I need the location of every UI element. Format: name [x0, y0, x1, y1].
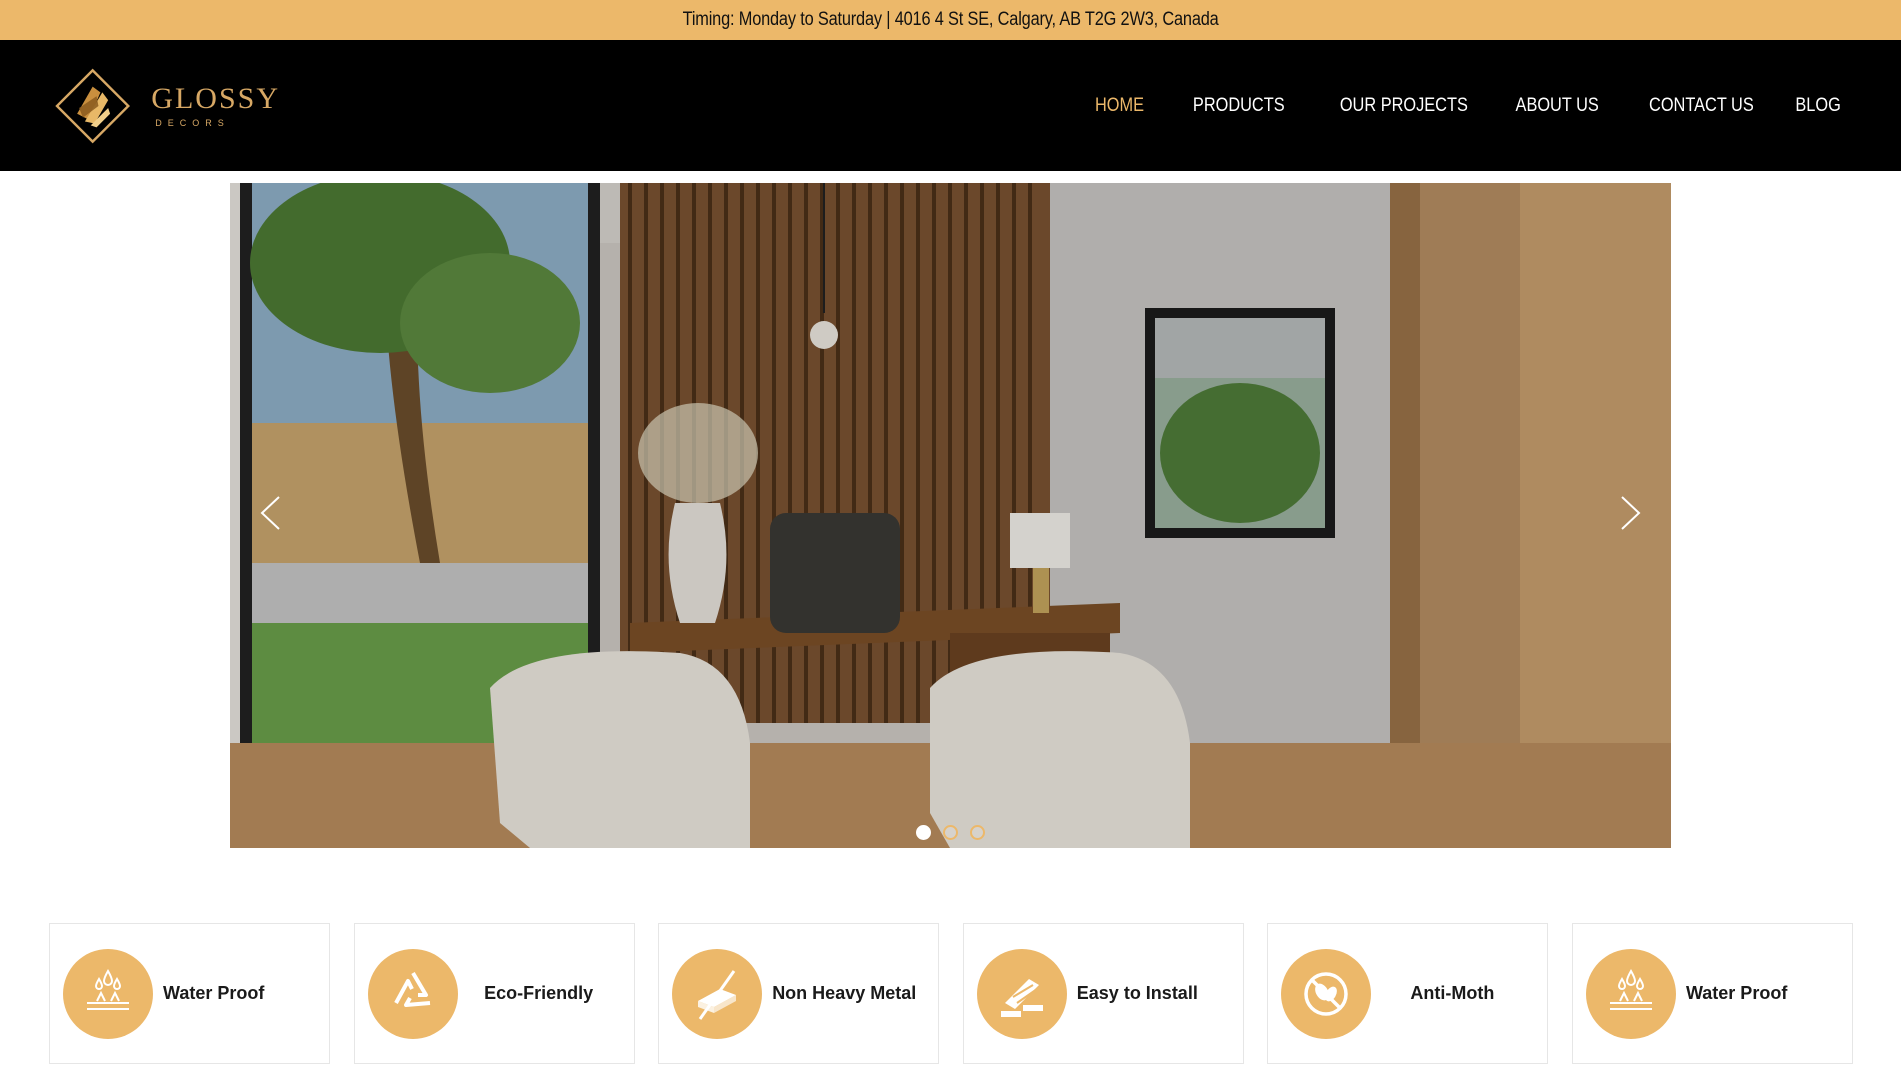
feature-label: Easy to Install [1076, 983, 1198, 1003]
feature-icon-wrap [63, 948, 153, 1039]
slider-pagination [230, 825, 1671, 840]
feature-icon-wrap [976, 948, 1067, 1039]
feature-card-anti-moth: Anti-Moth [1267, 923, 1549, 1064]
feature-icon-wrap [1281, 948, 1372, 1039]
feature-card-water-proof-2: Water Proof [1571, 923, 1853, 1064]
slider-dot-2[interactable] [943, 825, 958, 840]
hero-slide-image [230, 183, 1671, 848]
site-logo[interactable]: GLOSSY DECORS [50, 62, 280, 150]
chevron-right-icon [1621, 496, 1641, 530]
logo-name: GLOSSY [151, 82, 280, 115]
features-row: Water Proof Eco-Friendly Non Heavy Metal [49, 923, 1853, 1064]
feature-icon-wrap [1585, 948, 1676, 1039]
feature-card-water-proof: Water Proof [49, 923, 330, 1064]
feature-card-eco-friendly: Eco-Friendly [353, 923, 635, 1064]
feature-label: Eco-Friendly [484, 983, 594, 1003]
nav-blog[interactable]: BLOG [1796, 95, 1841, 117]
feature-icon-wrap [672, 948, 763, 1039]
feature-label: Non Heavy Metal [772, 983, 917, 1003]
no-metal-icon [698, 969, 737, 1020]
recycle-icon [393, 971, 430, 1007]
slider-prev-button[interactable] [245, 483, 295, 543]
feature-label: Water Proof [163, 983, 265, 1003]
slider-dot-3[interactable] [970, 825, 985, 840]
main-nav: HOME PRODUCTS OUR PROJECTS ABOUT US CONT… [1053, 40, 1841, 171]
nav-home[interactable]: HOME [1095, 95, 1144, 117]
nav-about-us[interactable]: ABOUT US [1515, 95, 1598, 117]
feature-icon-wrap [367, 948, 458, 1039]
water-drop-icon [1609, 968, 1652, 1010]
feature-label: Anti-Moth [1410, 983, 1495, 1003]
site-header: GLOSSY DECORS HOME PRODUCTS OUR PROJECTS… [0, 40, 1901, 171]
feature-label: Water Proof [1685, 983, 1788, 1003]
nav-our-projects[interactable]: OUR PROJECTS [1340, 95, 1468, 117]
nav-products[interactable]: PRODUCTS [1193, 95, 1285, 117]
chevron-left-icon [260, 496, 280, 530]
feature-card-non-heavy-metal: Non Heavy Metal [658, 923, 940, 1064]
water-drop-icon [87, 968, 129, 1010]
top-info-bar: Timing: Monday to Saturday | 4016 4 St S… [0, 0, 1901, 40]
hero-slider [230, 183, 1671, 848]
anti-moth-icon [1304, 971, 1349, 1016]
nav-contact-us[interactable]: CONTACT US [1649, 95, 1754, 117]
slider-next-button[interactable] [1606, 483, 1656, 543]
feature-card-easy-to-install: Easy to Install [962, 923, 1244, 1064]
logo-diamond-icon [55, 68, 131, 144]
slider-dot-1[interactable] [916, 825, 931, 840]
install-panels-icon [1000, 978, 1043, 1017]
logo-subtitle: DECORS [155, 118, 230, 128]
timing-address-text: Timing: Monday to Saturday | 4016 4 St S… [682, 9, 1219, 30]
